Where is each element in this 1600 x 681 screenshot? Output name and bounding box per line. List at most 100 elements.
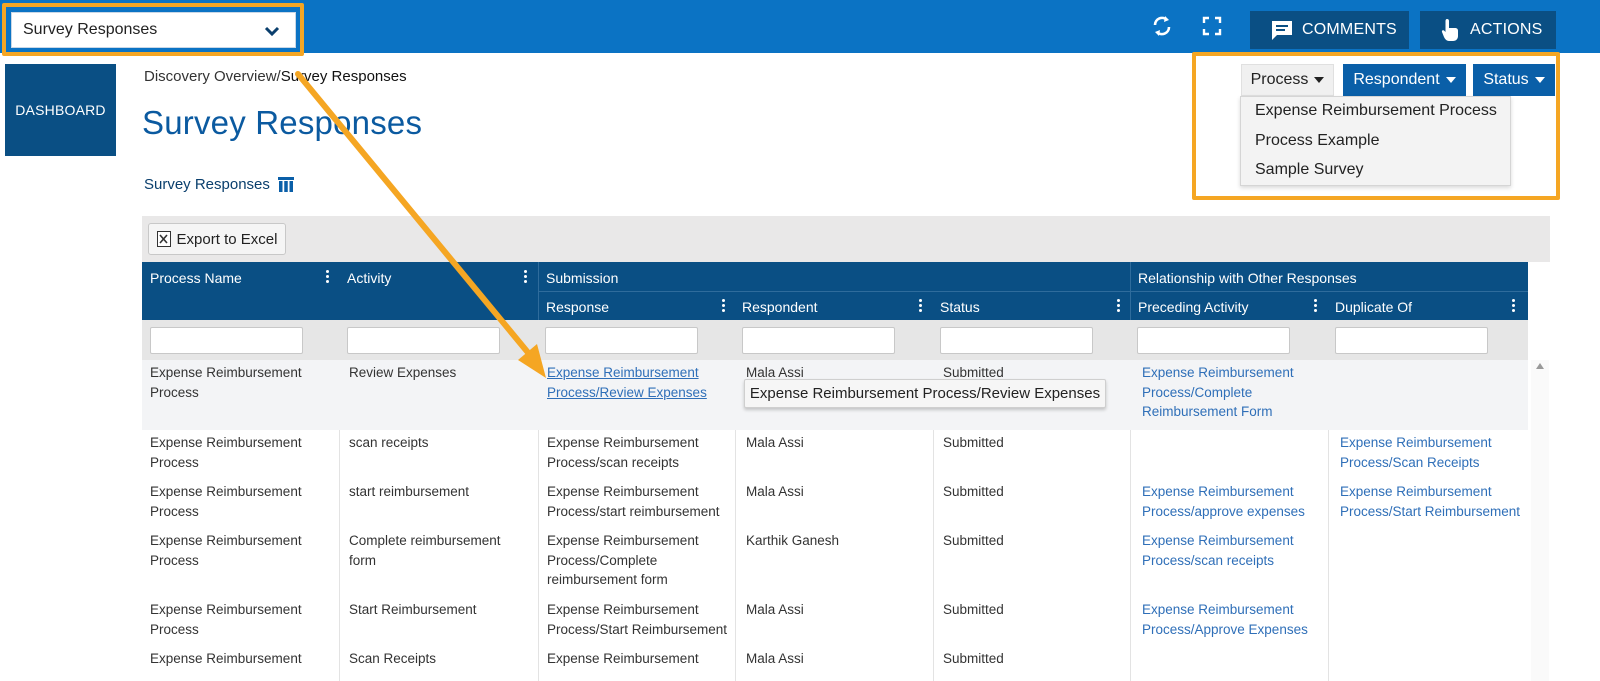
table-row[interactable]: Expense Reimbursement Scan Receipts Expens… — [142, 646, 1528, 681]
cell-line: Submitted — [943, 484, 1004, 499]
column-menu-icon[interactable] — [1117, 299, 1121, 314]
cell-line: Process — [150, 621, 199, 637]
column-header-response[interactable]: Response — [546, 299, 609, 315]
column-header-preceding-activity[interactable]: Preceding Activity — [1138, 299, 1249, 315]
scroll-up-arrow-icon[interactable] — [1536, 363, 1544, 369]
column-header-duplicate-of[interactable]: Duplicate Of — [1335, 299, 1412, 315]
grid-scrollbar[interactable] — [1531, 360, 1549, 681]
export-to-excel-button[interactable]: Export to Excel — [148, 223, 286, 255]
status-filter-button[interactable]: Status — [1473, 64, 1555, 96]
dashboard-label: DASHBOARD — [15, 102, 106, 118]
column-header-activity[interactable]: Activity — [347, 270, 391, 286]
respondent-cell: Mala Assi — [746, 646, 804, 669]
table-row[interactable]: Expense Reimbursement Process start reimbu… — [142, 479, 1528, 528]
process-name-cell: Expense Reimbursement Process — [150, 360, 302, 402]
cell-line: Expense Reimbursement — [150, 533, 302, 548]
breadcrumb-parent[interactable]: Discovery Overview — [144, 68, 277, 85]
cell-line: Expense Reimbursement — [150, 484, 302, 499]
cell-line: Process/Start Reimbursement — [1340, 503, 1521, 519]
respondent-filter-input[interactable] — [742, 327, 895, 354]
column-menu-icon[interactable] — [919, 299, 923, 314]
view-select[interactable]: Survey Responses — [11, 12, 296, 48]
duplicate-of-link[interactable]: Expense Reimbursement Process/Start Reimb… — [1340, 479, 1520, 521]
response-filter-input[interactable] — [545, 327, 698, 354]
activity-cell: Complete reimbursement form — [349, 528, 501, 570]
preceding-activity-link[interactable]: Expense Reimbursement Process/approve exp… — [1142, 479, 1305, 521]
process-name-cell: Expense Reimbursement Process — [150, 479, 302, 521]
comments-button[interactable]: COMMENTS — [1250, 11, 1409, 49]
grid-header: Process Name Activity Submission Relatio… — [142, 262, 1528, 320]
cell-line: Process/Review Expenses — [547, 384, 707, 400]
column-menu-icon[interactable] — [1314, 299, 1318, 314]
cell-line: Mala Assi — [746, 651, 804, 666]
respondent-cell: Karthik Ganesh — [746, 528, 839, 551]
status-cell: Submitted — [943, 646, 1004, 669]
respondent-filter-label: Respondent — [1353, 71, 1440, 88]
cell-line: Process/start reimbursement — [547, 503, 720, 519]
cell-line: Reimbursement Form — [1142, 404, 1273, 419]
cell-line: Process/scan receipts — [547, 454, 680, 470]
actions-button[interactable]: ACTIONS — [1420, 11, 1556, 49]
process-name-cell: Expense Reimbursement Process — [150, 430, 302, 472]
table-row[interactable]: Expense Reimbursement Process Complete rei… — [142, 528, 1528, 597]
preceding-activity-link[interactable]: Expense Reimbursement Process/Complete Rei… — [1142, 360, 1294, 422]
refresh-icon[interactable] — [1149, 13, 1175, 39]
process-option[interactable]: Expense Reimbursement Process — [1255, 102, 1497, 120]
column-menu-icon[interactable] — [1512, 299, 1516, 314]
cell-line: Complete reimbursement — [349, 533, 501, 548]
section-label: Survey Responses — [144, 176, 294, 193]
preceding-activity-link[interactable]: Expense Reimbursement Process/scan receip… — [1142, 528, 1294, 570]
cell-line: Expense Reimbursement — [150, 651, 302, 666]
process-filter-label: Process — [1250, 71, 1309, 88]
activity-filter-input[interactable] — [347, 327, 500, 354]
cell-line: Process/Approve Expenses — [1142, 621, 1308, 637]
preceding-activity-link[interactable]: Expense Reimbursement Process/Approve Exp… — [1142, 597, 1308, 639]
response-cell: Expense Reimbursement — [547, 646, 699, 669]
column-header-status[interactable]: Status — [940, 299, 980, 315]
process-filter-button[interactable]: Process — [1241, 64, 1334, 96]
cell-line: Start Reimbursement — [349, 602, 477, 617]
column-menu-icon[interactable] — [722, 299, 726, 314]
status-cell: Submitted — [943, 430, 1004, 453]
section-label-text: Survey Responses — [144, 176, 270, 193]
table-row[interactable]: Expense Reimbursement Process Start Reimbu… — [142, 597, 1528, 646]
duplicate-of-filter-input[interactable] — [1335, 327, 1488, 354]
column-menu-icon[interactable] — [524, 270, 528, 285]
cell-line: reimbursement form — [547, 572, 668, 587]
response-tooltip: Expense Reimbursement Process/Review Exp… — [744, 379, 1106, 408]
column-header-process-name[interactable]: Process Name — [150, 270, 242, 286]
cell-line: Process — [150, 503, 199, 519]
activity-cell: start reimbursement — [349, 479, 469, 502]
preceding-activity-filter-input[interactable] — [1137, 327, 1290, 354]
process-option[interactable]: Process Example — [1255, 132, 1380, 150]
column-header-respondent[interactable]: Respondent — [742, 299, 818, 315]
cell-line: Mala Assi — [746, 484, 804, 499]
cell-line: Process/Start Reimbursement — [547, 621, 728, 637]
response-cell[interactable]: Expense Reimbursement Process/Review Expe… — [547, 360, 707, 402]
column-menu-icon[interactable] — [326, 270, 330, 285]
column-chooser-icon[interactable] — [277, 177, 294, 192]
chevron-down-icon — [264, 26, 280, 37]
response-cell: Expense Reimbursement Process/start reimb… — [547, 479, 720, 521]
cell-line: Expense Reimbursement — [1142, 365, 1294, 380]
activity-cell: Review Expenses — [349, 360, 456, 383]
cell-line: Expense Reimbursement — [1340, 435, 1492, 450]
fullscreen-icon[interactable] — [1199, 13, 1225, 39]
respondent-filter-button[interactable]: Respondent — [1343, 64, 1466, 96]
status-filter-input[interactable] — [940, 327, 1093, 354]
duplicate-of-link[interactable]: Expense Reimbursement Process/Scan Receip… — [1340, 430, 1492, 472]
process-option[interactable]: Sample Survey — [1255, 161, 1364, 179]
respondent-cell: Mala Assi — [746, 479, 804, 502]
process-name-filter-input[interactable] — [150, 327, 303, 354]
cell-line: Expense Reimbursement — [1142, 484, 1294, 499]
actions-label: ACTIONS — [1470, 21, 1543, 38]
cell-line: Submitted — [943, 435, 1004, 450]
response-cell: Expense Reimbursement Process/scan receip… — [547, 430, 699, 472]
cell-line: Submitted — [943, 533, 1004, 548]
view-select-value: Survey Responses — [23, 21, 158, 38]
group-header-relationship: Relationship with Other Responses — [1138, 270, 1357, 286]
cell-line: Process/Scan Receipts — [1340, 454, 1480, 470]
dashboard-tile[interactable]: DASHBOARD — [5, 64, 116, 156]
table-row[interactable]: Expense Reimbursement Process scan receipt… — [142, 430, 1528, 479]
cell-line: Process — [150, 552, 199, 568]
